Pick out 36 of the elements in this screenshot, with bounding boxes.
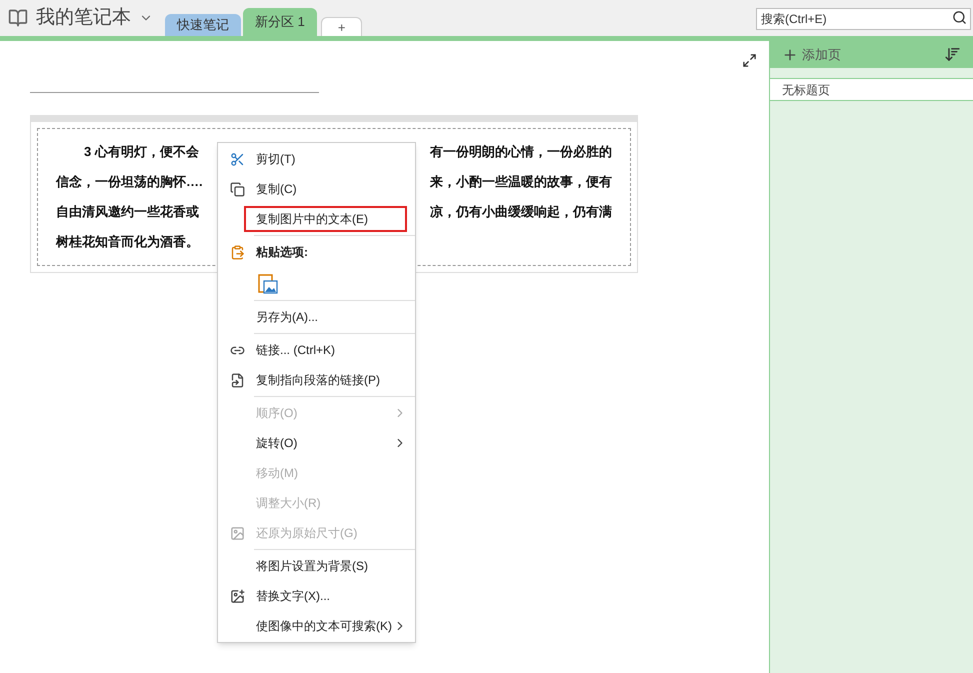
- note-text: 3 心有明灯，便不会: [84, 143, 199, 162]
- note-text: 来，小酌一些温暖的故事，便有: [430, 173, 612, 192]
- paste-options-heading: 粘贴选项:: [256, 244, 308, 261]
- image-icon: [230, 588, 244, 604]
- menu-item[interactable]: 剪切(T): [256, 150, 407, 168]
- file-link-icon: [230, 372, 244, 388]
- menu-item[interactable]: 旋转(O): [256, 434, 393, 452]
- plus-icon: [782, 46, 798, 62]
- copy-icon: [230, 182, 244, 196]
- note-text: 信念，一份坦荡的胸怀….: [56, 173, 203, 192]
- scissors-icon: [230, 152, 244, 166]
- notebook-title[interactable]: 我的笔记本: [36, 4, 131, 32]
- menu-item[interactable]: 复制(C): [256, 180, 407, 198]
- clipboard-icon: [230, 244, 244, 260]
- sort-icon[interactable]: [944, 46, 961, 63]
- note-text: 有一份明朗的心情，一份必胜的: [430, 143, 612, 162]
- menu-item[interactable]: 另存为(A)...: [256, 308, 407, 326]
- menu-item[interactable]: 使图像中的文本可搜索(K): [256, 617, 393, 635]
- expand-icon[interactable]: [742, 53, 757, 68]
- search-icon[interactable]: [952, 10, 967, 25]
- section-tab[interactable]: 快速笔记: [165, 14, 241, 36]
- search-field[interactable]: 搜索(Ctrl+E): [756, 8, 971, 30]
- page-item[interactable]: 无标题页: [770, 79, 973, 101]
- image-icon: [230, 526, 244, 540]
- note-text: 凉，仍有小曲缓缓响起，仍有满: [430, 203, 612, 222]
- add-section-tab[interactable]: +: [320, 17, 362, 36]
- menu-item[interactable]: 复制指向段落的链接(P): [256, 371, 407, 389]
- paste-picture-icon[interactable]: [258, 272, 278, 294]
- menu-item[interactable]: 复制图片中的文本(E): [244, 206, 407, 232]
- menu-item[interactable]: 链接... (Ctrl+K): [256, 341, 407, 359]
- section-tab[interactable]: 新分区 1: [243, 8, 317, 36]
- menu-item[interactable]: 替换文字(X)...: [256, 587, 407, 605]
- menu-item[interactable]: 将图片设置为背景(S): [256, 557, 407, 575]
- note-text: 自由清风邀约一些花香或: [56, 203, 199, 222]
- note-text: 树桂花知音而化为酒香。: [56, 233, 199, 252]
- notebook-icon: [8, 8, 28, 28]
